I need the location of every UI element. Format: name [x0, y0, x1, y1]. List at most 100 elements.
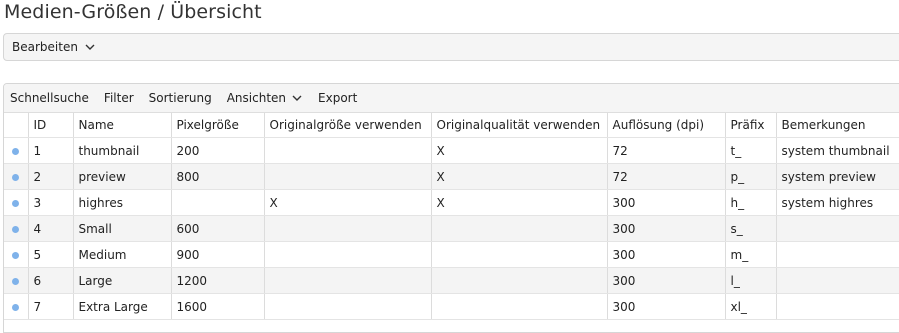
remarks-cell: system thumbnail	[776, 137, 899, 164]
pixel-size-cell: 1600	[171, 293, 265, 320]
prefix-cell: l_	[725, 267, 777, 294]
prefix-cell: h_	[725, 189, 777, 216]
chevron-down-icon	[85, 44, 95, 50]
prefix-cell: t_	[725, 137, 777, 164]
row-status-dot-icon	[12, 251, 20, 259]
table-row[interactable]: 2 preview 800 X 72 p_ system preview	[4, 163, 899, 190]
table-row[interactable]: 4 Small 600 300 s_	[4, 215, 899, 242]
row-status-dot-icon	[12, 225, 20, 233]
chevron-down-icon	[292, 95, 302, 101]
page-title: Medien-Größen / Übersicht	[4, 1, 262, 23]
resolution-cell: 300	[607, 241, 726, 268]
id-cell: 6	[28, 267, 74, 294]
filter-button[interactable]: Filter	[104, 91, 134, 105]
pixel-size-cell: 200	[171, 137, 265, 164]
id-cell: 3	[28, 189, 74, 216]
name-cell: highres	[73, 189, 172, 216]
column-header-use-original-size[interactable]: Originalgröße verwenden	[264, 113, 432, 138]
remarks-cell	[776, 215, 899, 242]
remarks-cell	[776, 267, 899, 294]
use-original-size-cell	[264, 163, 432, 190]
name-cell: Small	[73, 215, 172, 242]
remarks-cell	[776, 293, 899, 320]
column-header-prefix[interactable]: Präfix	[725, 113, 777, 138]
resolution-cell: 72	[607, 137, 726, 164]
column-header-pixel-size[interactable]: Pixelgröße	[171, 113, 265, 138]
edit-menu-button[interactable]: Bearbeiten	[12, 40, 96, 54]
table-row[interactable]: 1 thumbnail 200 X 72 t_ system thumbnail	[4, 137, 899, 164]
table-row[interactable]: 3 highres X X 300 h_ system highres	[4, 189, 899, 216]
column-header-resolution[interactable]: Auflösung (dpi)	[607, 113, 726, 138]
export-button[interactable]: Export	[318, 91, 357, 105]
use-original-quality-cell	[431, 267, 608, 294]
row-status-dot-icon	[12, 199, 20, 207]
row-status-dot-icon	[12, 303, 20, 311]
edit-toolbar: Bearbeiten	[3, 33, 899, 61]
row-marker-header	[4, 113, 29, 138]
id-cell: 5	[28, 241, 74, 268]
prefix-cell: p_	[725, 163, 777, 190]
resolution-cell: 300	[607, 267, 726, 294]
id-cell: 7	[28, 293, 74, 320]
row-marker-cell	[4, 293, 29, 320]
use-original-size-cell	[264, 267, 432, 294]
row-status-dot-icon	[12, 173, 20, 181]
remarks-cell	[776, 241, 899, 268]
column-header-use-original-quality[interactable]: Originalqualität verwenden	[431, 113, 608, 138]
sort-button[interactable]: Sortierung	[149, 91, 212, 105]
pixel-size-cell	[171, 189, 265, 216]
row-status-dot-icon	[12, 277, 20, 285]
row-status-dot-icon	[12, 147, 20, 155]
use-original-quality-cell	[431, 215, 608, 242]
column-header-name[interactable]: Name	[73, 113, 172, 138]
use-original-quality-cell	[431, 241, 608, 268]
pixel-size-cell: 1200	[171, 267, 265, 294]
prefix-cell: s_	[725, 215, 777, 242]
row-marker-cell	[4, 189, 29, 216]
resolution-cell: 72	[607, 163, 726, 190]
remarks-cell: system highres	[776, 189, 899, 216]
use-original-quality-cell: X	[431, 189, 608, 216]
quick-search-button[interactable]: Schnellsuche	[10, 91, 89, 105]
use-original-size-cell	[264, 215, 432, 242]
use-original-quality-cell: X	[431, 137, 608, 164]
grid-toolbar: Schnellsuche Filter Sortierung Ansichten…	[4, 84, 899, 113]
use-original-size-cell: X	[264, 189, 432, 216]
column-header-remarks[interactable]: Bemerkungen	[776, 113, 899, 138]
name-cell: thumbnail	[73, 137, 172, 164]
table-body: 1 thumbnail 200 X 72 t_ system thumbnail 2 previ…	[4, 137, 899, 320]
data-grid: Schnellsuche Filter Sortierung Ansichten…	[3, 83, 899, 333]
views-label: Ansichten	[226, 91, 287, 105]
use-original-size-cell	[264, 241, 432, 268]
table-row[interactable]: 7 Extra Large 1600 300 xl_	[4, 293, 899, 320]
pixel-size-cell: 600	[171, 215, 265, 242]
table-row[interactable]: 6 Large 1200 300 l_	[4, 267, 899, 294]
remarks-cell: system preview	[776, 163, 899, 190]
prefix-cell: m_	[725, 241, 777, 268]
pixel-size-cell: 900	[171, 241, 265, 268]
row-marker-cell	[4, 137, 29, 164]
resolution-cell: 300	[607, 293, 726, 320]
views-dropdown[interactable]: Ansichten	[227, 91, 303, 105]
prefix-cell: xl_	[725, 293, 777, 320]
name-cell: Large	[73, 267, 172, 294]
edit-menu-label: Bearbeiten	[12, 40, 78, 54]
row-marker-cell	[4, 241, 29, 268]
use-original-quality-cell	[431, 293, 608, 320]
name-cell: Extra Large	[73, 293, 172, 320]
use-original-size-cell	[264, 293, 432, 320]
media-sizes-table: ID Name Pixelgröße Originalgröße verwend…	[4, 113, 899, 320]
use-original-size-cell	[264, 137, 432, 164]
id-cell: 2	[28, 163, 74, 190]
name-cell: preview	[73, 163, 172, 190]
use-original-quality-cell: X	[431, 163, 608, 190]
table-row[interactable]: 5 Medium 900 300 m_	[4, 241, 899, 268]
column-header-id[interactable]: ID	[28, 113, 74, 138]
name-cell: Medium	[73, 241, 172, 268]
id-cell: 1	[28, 137, 74, 164]
pixel-size-cell: 800	[171, 163, 265, 190]
row-marker-cell	[4, 215, 29, 242]
resolution-cell: 300	[607, 189, 726, 216]
id-cell: 4	[28, 215, 74, 242]
table-header-row: ID Name Pixelgröße Originalgröße verwend…	[4, 113, 899, 138]
